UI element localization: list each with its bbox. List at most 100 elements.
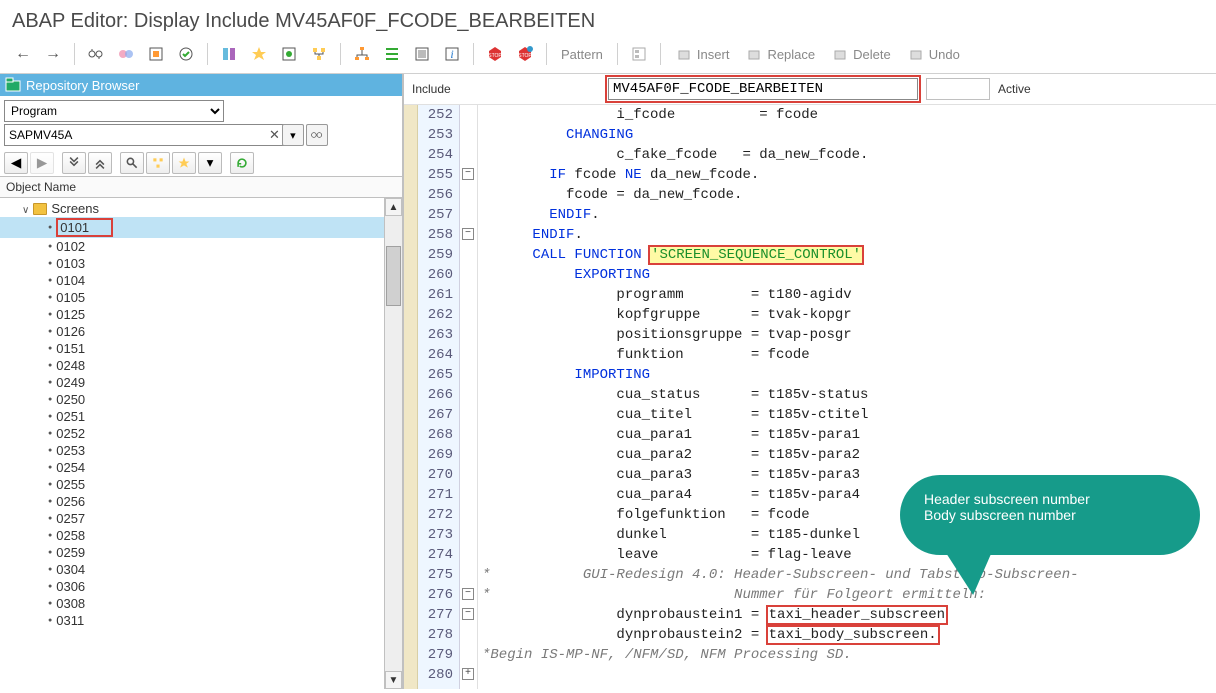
favorites-dropdown-button[interactable]: ▾ [198,152,222,174]
tree-item-label: 0304 [56,562,85,577]
display-nav-button[interactable] [379,41,405,67]
bullet-icon: ● [48,430,52,437]
fullscreen-button[interactable] [409,41,435,67]
tree-item-label: 0254 [56,460,85,475]
tree-item-label: 0151 [56,341,85,356]
bullet-icon: ● [48,277,52,284]
breakpoint-external-button[interactable]: STOP [512,41,538,67]
tree-item[interactable]: ●0304 [0,561,384,578]
status-box [926,78,990,100]
check-button[interactable] [216,41,242,67]
expand-button[interactable] [88,152,112,174]
back-button[interactable] [10,41,36,67]
fold-toggle[interactable]: − [462,588,474,600]
tree-item[interactable]: ●0248 [0,357,384,374]
tree-item[interactable]: ●0252 [0,425,384,442]
code-content[interactable]: i_fcode = fcode CHANGING c_fake_fcode = … [478,105,1216,689]
tree-scrollbar[interactable]: ▲ ▼ [384,198,402,689]
tree-item[interactable]: ●0126 [0,323,384,340]
tree-item[interactable]: ●0253 [0,442,384,459]
tree-item-label: 0249 [56,375,85,390]
other-object-button[interactable] [143,41,169,67]
pattern-button[interactable]: Pattern [555,41,609,67]
nav-forward-button[interactable]: ▶ [30,152,54,174]
bullet-icon: ● [48,617,52,624]
fold-column[interactable]: − − − − + [460,105,478,689]
nav-back-button[interactable]: ◀ [4,152,28,174]
tree-item[interactable]: ●0258 [0,527,384,544]
active-inactive-button[interactable] [113,41,139,67]
tree-item[interactable]: ●0151 [0,340,384,357]
tree-item[interactable]: ●0101 [0,217,384,238]
insert-button[interactable]: Insert [669,41,736,67]
tree-item-label: 0308 [56,596,85,611]
tree-item[interactable]: ●0251 [0,408,384,425]
tree-item[interactable]: ●0256 [0,493,384,510]
tree-item[interactable]: ●0306 [0,578,384,595]
collapse-icon[interactable] [22,201,29,216]
tree-item[interactable]: ●0311 [0,612,384,629]
test-button[interactable] [276,41,302,67]
tree-item[interactable]: ●0102 [0,238,384,255]
repository-title: Repository Browser [26,78,139,93]
tree-item[interactable]: ●0255 [0,476,384,493]
tree-item[interactable]: ●0103 [0,255,384,272]
replace-button[interactable]: Replace [739,41,821,67]
fold-toggle[interactable]: − [462,608,474,620]
tree-folder-screens[interactable]: Screens [0,200,384,217]
tree-item[interactable]: ●0249 [0,374,384,391]
include-name-input[interactable] [608,78,918,100]
tree-item[interactable]: ●0257 [0,510,384,527]
tree-item[interactable]: ●0105 [0,289,384,306]
object-tree[interactable]: Screens ●0101●0102●0103●0104●0105●0125●0… [0,198,384,689]
bullet-icon: ● [48,532,52,539]
column-header: Object Name [0,176,402,198]
object-type-select[interactable]: Program [4,100,224,122]
tree-item[interactable]: ●0259 [0,544,384,561]
tree-item[interactable]: ● 0308 [0,595,384,612]
display-change-button[interactable] [83,41,109,67]
delete-button[interactable]: Delete [825,41,897,67]
bullet-icon: ● [48,464,52,471]
fold-toggle[interactable]: − [462,168,474,180]
where-used-tree-button[interactable] [146,152,170,174]
forward-button[interactable] [40,41,66,67]
undo-button[interactable]: Undo [901,41,966,67]
fold-toggle[interactable]: − [462,228,474,240]
separator [473,43,474,65]
scroll-thumb[interactable] [386,246,401,306]
scroll-down-button[interactable]: ▼ [385,671,402,689]
info-button[interactable]: i [439,41,465,67]
tree-item-label: 0251 [56,409,85,424]
bullet-icon: ● [48,224,52,231]
tree-item[interactable]: ●0125 [0,306,384,323]
tree-item[interactable]: ●0104 [0,272,384,289]
collapse-button[interactable] [62,152,86,174]
pretty-print-button[interactable] [626,41,652,67]
marker-gutter [404,105,418,689]
editor-panel: Include Active 2522532542552562572582592… [403,74,1216,689]
where-used-button[interactable] [306,41,332,67]
find-button[interactable] [120,152,144,174]
tree-item[interactable]: ● 0254 [0,459,384,476]
bullet-icon: ● [48,600,52,607]
display-button[interactable] [306,124,328,146]
refresh-button[interactable] [230,152,254,174]
window-title: ABAP Editor: Display Include MV45AF0F_FC… [0,0,1216,39]
tree-item-label: 0257 [56,511,85,526]
favorites-button[interactable] [172,152,196,174]
scroll-up-button[interactable]: ▲ [385,198,402,216]
object-name-input[interactable] [4,124,291,146]
tree-item-label: 0306 [56,579,85,594]
annotation-callout: Header subscreen number Body subscreen n… [900,475,1200,555]
code-editor[interactable]: 2522532542552562572582592602612622632642… [404,105,1216,689]
enhance-button[interactable] [173,41,199,67]
fold-toggle[interactable]: + [462,668,474,680]
display-hierarchy-button[interactable] [349,41,375,67]
dropdown-button[interactable]: ▾ [282,124,304,146]
activate-button[interactable] [246,41,272,67]
bullet-icon: ● [48,396,52,403]
breakpoint-session-button[interactable]: STOP [482,41,508,67]
tree-item-label: 0126 [56,324,85,339]
tree-item[interactable]: ●0250 [0,391,384,408]
